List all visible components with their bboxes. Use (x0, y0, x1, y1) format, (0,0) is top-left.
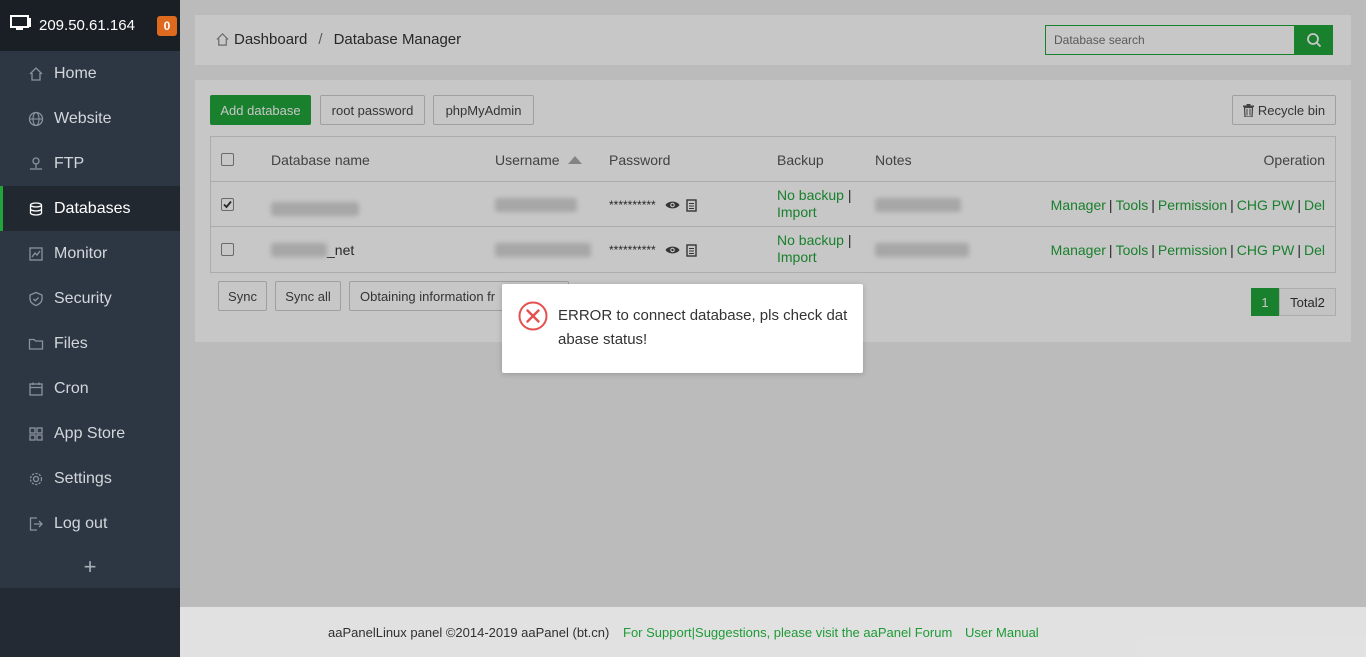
globe-icon (27, 110, 45, 128)
notification-badge[interactable]: 0 (156, 15, 177, 36)
monitor-screen-icon (10, 14, 32, 37)
sidebar-item-settings[interactable]: Settings (0, 456, 180, 501)
ftp-icon (27, 155, 45, 173)
calendar-icon (27, 380, 45, 398)
sidebar-item-label: FTP (54, 154, 85, 172)
sidebar-item-databases[interactable]: Databases (0, 186, 180, 231)
error-icon (518, 301, 548, 331)
home-icon (27, 65, 45, 83)
logout-icon (27, 515, 45, 533)
server-ip: 209.50.61.164 (39, 17, 135, 34)
grid-icon (27, 425, 45, 443)
sidebar-item-logout[interactable]: Log out (0, 501, 180, 546)
gear-icon (27, 470, 45, 488)
shield-icon (27, 290, 45, 308)
monitor-icon (27, 245, 45, 263)
sidebar-item-label: Monitor (54, 244, 108, 262)
sidebar-item-label: Files (54, 334, 88, 352)
sidebar-item-website[interactable]: Website (0, 96, 180, 141)
sidebar-menu: Home Website FTP Databases Monitor Secur… (0, 51, 180, 546)
sidebar-item-cron[interactable]: Cron (0, 366, 180, 411)
sidebar-item-app-store[interactable]: App Store (0, 411, 180, 456)
sidebar-item-files[interactable]: Files (0, 321, 180, 366)
folder-icon (27, 335, 45, 353)
sidebar-item-home[interactable]: Home (0, 51, 180, 96)
sidebar: 209.50.61.164 0 Home Website FTP Databas… (0, 0, 180, 657)
sidebar-item-label: Home (54, 64, 97, 82)
footer-backdrop (180, 607, 1366, 657)
sidebar-item-label: Databases (54, 199, 131, 217)
error-message: ERROR to connect database, pls check dat… (558, 307, 848, 348)
sidebar-item-ftp[interactable]: FTP (0, 141, 180, 186)
footer: aaPanelLinux panel ©2014-2019 aaPanel (b… (180, 607, 1366, 657)
sidebar-item-label: App Store (54, 424, 126, 442)
error-dialog: ERROR to connect database, pls check dat… (502, 284, 863, 373)
sidebar-item-label: Log out (54, 514, 108, 532)
sidebar-item-label: Cron (54, 379, 89, 397)
server-info: 209.50.61.164 0 (0, 0, 180, 51)
sidebar-item-label: Website (54, 109, 112, 127)
sidebar-item-label: Settings (54, 469, 112, 487)
sidebar-item-label: Security (54, 289, 112, 307)
sidebar-item-security[interactable]: Security (0, 276, 180, 321)
sidebar-item-monitor[interactable]: Monitor (0, 231, 180, 276)
add-shortcut-button[interactable]: + (0, 546, 180, 588)
database-icon (27, 200, 45, 218)
